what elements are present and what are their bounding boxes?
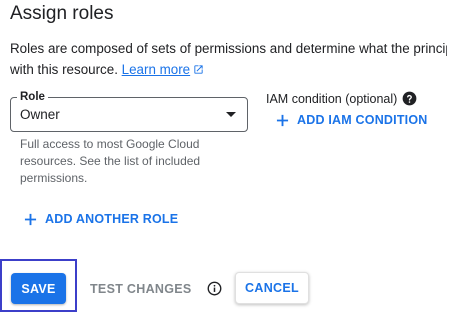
save-button[interactable]: SAVE (11, 273, 66, 304)
description-line-1: Roles are composed of sets of permission… (10, 41, 447, 56)
help-circle-icon[interactable] (402, 91, 417, 106)
arrow-drop-down-icon[interactable] (226, 112, 236, 117)
plus-icon (24, 213, 37, 225)
description-line-2: with this resource. (10, 62, 118, 77)
plus-icon (276, 114, 289, 126)
external-link-icon[interactable] (193, 64, 204, 75)
info-icon[interactable] (207, 281, 222, 296)
description-line-2-container: with this resource. Learn more (10, 59, 447, 80)
page-title: Assign roles (10, 3, 114, 24)
add-another-role-label: ADD ANOTHER ROLE (45, 212, 179, 226)
learn-more-link[interactable]: Learn more (122, 62, 190, 77)
assign-roles-panel: Assign roles Roles are composed of sets … (0, 0, 449, 325)
add-iam-condition-button[interactable]: ADD IAM CONDITION (276, 113, 427, 127)
role-select[interactable]: Role Owner (10, 90, 248, 132)
role-label: Role (17, 90, 48, 104)
add-iam-condition-label: ADD IAM CONDITION (297, 113, 428, 127)
add-another-role-button[interactable]: ADD ANOTHER ROLE (24, 212, 178, 226)
cancel-button[interactable]: CANCEL (235, 272, 309, 304)
test-changes-button[interactable]: TEST CHANGES (90, 282, 192, 296)
role-value: Owner (20, 107, 60, 122)
description: Roles are composed of sets of permission… (10, 38, 447, 80)
iam-condition-label: IAM condition (optional) (266, 92, 398, 106)
role-helper-text: Full access to most Google Cloud resourc… (20, 137, 201, 185)
